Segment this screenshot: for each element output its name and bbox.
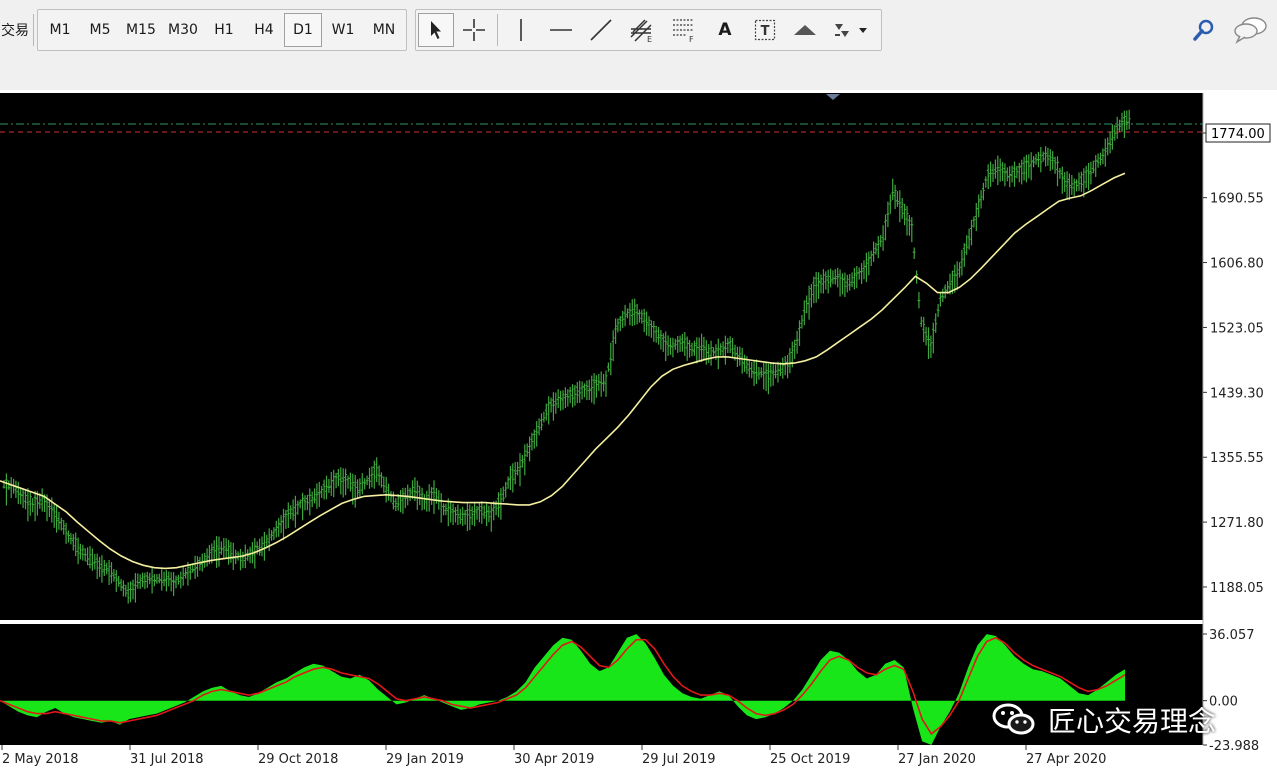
- arrow-icon[interactable]: [785, 13, 825, 47]
- date-tick-label: 27 Apr 2020: [1026, 752, 1106, 767]
- price-chart[interactable]: 1774.00 1690.55 1606.80 1523.05 1439.30 1355.…: [0, 90, 1277, 783]
- date-tick-label: 31 Jul 2018: [130, 752, 204, 767]
- watermark: 匠心交易理念: [990, 700, 1216, 740]
- search-icon[interactable]: [1192, 18, 1216, 42]
- vertical-line-icon[interactable]: [501, 13, 541, 47]
- date-tick-label: 29 Jan 2019: [386, 752, 464, 767]
- price-tick-label: 1271.80: [1210, 516, 1264, 531]
- toolbar-separator: [497, 14, 498, 46]
- crosshair-icon[interactable]: [454, 13, 494, 47]
- current-price-label: 1774.00: [1211, 127, 1265, 142]
- svg-text:F: F: [689, 35, 694, 43]
- wechat-icon: [992, 703, 1035, 735]
- cursor-icon[interactable]: [418, 13, 454, 47]
- date-tick-label: 30 Apr 2019: [514, 752, 594, 767]
- price-tick-label: 1606.80: [1210, 257, 1264, 272]
- chat-icon[interactable]: [1232, 16, 1268, 44]
- text-icon[interactable]: A: [705, 13, 745, 47]
- equidistant-channel-icon[interactable]: E: [621, 13, 663, 47]
- trendline-icon[interactable]: [581, 13, 621, 47]
- price-tick-label: 1188.05: [1210, 581, 1264, 596]
- fibonacci-icon[interactable]: F: [663, 13, 705, 47]
- price-tick-label: 1523.05: [1210, 321, 1264, 336]
- timeframe-w1[interactable]: W1: [322, 13, 364, 47]
- chart-window[interactable]: 1774.00 1690.55 1606.80 1523.05 1439.30 1355.…: [0, 90, 1277, 783]
- date-tick-label: 27 Jan 2020: [898, 752, 976, 767]
- timeframe-h4[interactable]: H4: [244, 13, 284, 47]
- timeframe-mn[interactable]: MN: [364, 13, 404, 47]
- horizontal-line-icon[interactable]: [541, 13, 581, 47]
- timeframe-group: M1 M5 M15 M30 H1 H4 D1 W1 MN: [37, 9, 407, 51]
- text-label-icon[interactable]: T: [745, 13, 785, 47]
- svg-text:T: T: [761, 24, 770, 39]
- oscillator-tick-label: -23.988: [1209, 739, 1259, 754]
- toolbar-separator: [33, 14, 34, 46]
- timeframe-h1[interactable]: H1: [204, 13, 244, 47]
- trading-menu[interactable]: 交易: [0, 13, 30, 47]
- watermark-text: 匠心交易理念: [1048, 705, 1217, 738]
- toolbar: 交易 M1 M5 M15 M30 H1 H4 D1 W1 MN E F A T: [0, 0, 1277, 61]
- svg-text:E: E: [647, 35, 652, 43]
- timeframe-m15[interactable]: M15: [120, 13, 162, 47]
- date-tick-label: 25 Oct 2019: [770, 752, 850, 767]
- date-tick-label: 29 Oct 2018: [258, 752, 338, 767]
- main-pane: [0, 93, 1203, 620]
- timeframe-m5[interactable]: M5: [80, 13, 120, 47]
- date-tick-label: 29 Jul 2019: [642, 752, 716, 767]
- price-tick-label: 1439.30: [1210, 386, 1264, 401]
- price-tick-label: 1690.55: [1210, 192, 1264, 207]
- timeframe-m30[interactable]: M30: [162, 13, 204, 47]
- timeframe-m1[interactable]: M1: [40, 13, 80, 47]
- shapes-dropdown-icon[interactable]: [825, 13, 875, 47]
- toolbar-row: 交易 M1 M5 M15 M30 H1 H4 D1 W1 MN E F A T: [0, 9, 882, 51]
- timeframe-d1[interactable]: D1: [284, 13, 322, 47]
- price-tick-label: 1355.55: [1210, 451, 1264, 466]
- oscillator-tick-label: 36.057: [1209, 628, 1255, 643]
- date-tick-label: 2 May 2018: [2, 752, 79, 767]
- toolbar-strip: [0, 60, 1277, 89]
- drawing-tools-group: E F A T: [415, 9, 882, 51]
